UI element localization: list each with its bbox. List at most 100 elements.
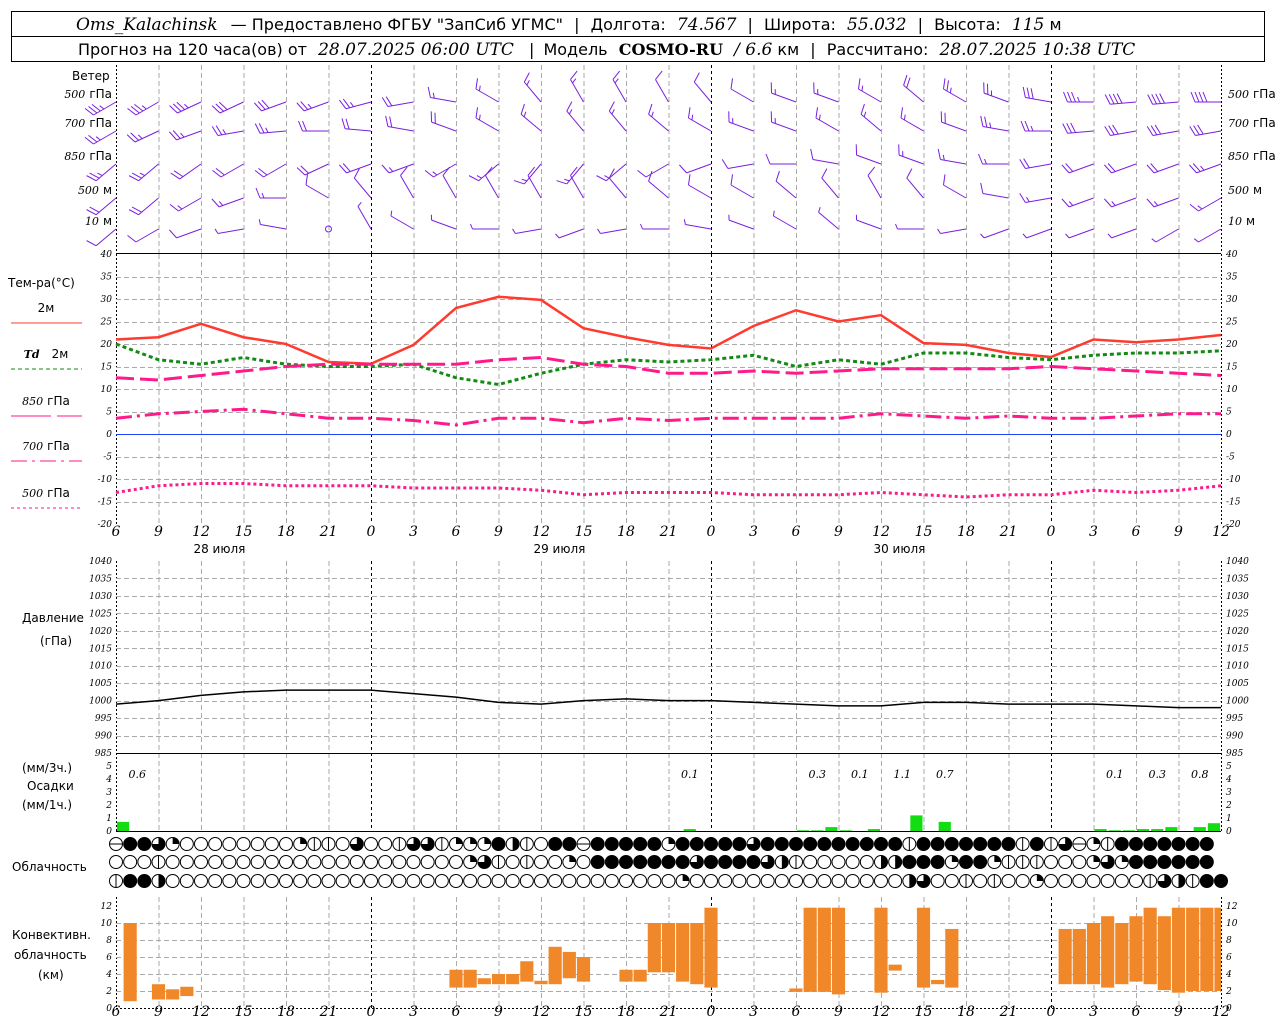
cloud-circle	[902, 855, 917, 869]
cloud-circle	[137, 855, 152, 869]
barb-shaft	[400, 175, 414, 199]
barb-half-feather	[141, 105, 147, 110]
cloud-cover-symbol	[279, 874, 293, 888]
cloud-cover-symbol	[123, 874, 138, 888]
cloud-circle	[264, 855, 279, 869]
wind-barb	[555, 228, 584, 239]
barb-feather	[1155, 93, 1162, 104]
cloud-circle	[420, 855, 435, 869]
wind-barb	[254, 99, 287, 112]
cloud-cover-symbol	[463, 837, 478, 851]
cloud-cover-symbol	[321, 874, 336, 888]
cloud-circle	[1114, 874, 1129, 888]
precip-bar	[1207, 823, 1220, 831]
cloud-cover-symbol	[123, 837, 138, 851]
cloud-circle	[916, 855, 931, 869]
cloud-circle	[449, 874, 463, 888]
cloud-circle	[1143, 855, 1158, 869]
wind-barb	[818, 207, 839, 230]
barb-half-feather	[564, 178, 570, 182]
barb-feather	[648, 103, 653, 115]
barb-shaft	[260, 223, 287, 230]
cloud-circle	[194, 874, 208, 888]
cloud-cover-symbol	[222, 837, 237, 851]
cloud-circle	[264, 837, 279, 851]
precip-bar	[825, 827, 838, 831]
cloud-circle	[534, 837, 548, 851]
wind-barb	[730, 78, 754, 103]
cloud-circle	[831, 837, 846, 851]
level-value: 10	[85, 215, 99, 228]
cloud-cover-symbol	[930, 855, 945, 869]
model-label: Модель	[543, 40, 607, 59]
cloud-cover-symbol	[364, 855, 378, 869]
cloud-cover-symbol	[123, 855, 138, 869]
tick-label-left: 990	[95, 732, 112, 742]
cloud-cover-symbol	[1143, 874, 1158, 888]
barb-half-feather	[390, 210, 393, 217]
cloud-circle	[123, 874, 138, 888]
convective-cloud-bar	[704, 907, 718, 988]
wind-barbs	[84, 70, 1222, 247]
cloud-circle	[689, 874, 704, 888]
hour-label: 9	[834, 1004, 843, 1020]
barb-feather	[775, 170, 780, 182]
barb-feather	[1151, 94, 1158, 105]
wind-level-label-right: 500 гПа	[1228, 87, 1276, 101]
precip-total-label: 0.6	[129, 768, 147, 781]
cloud-circle	[774, 837, 789, 851]
cloud-cover-symbol	[1072, 874, 1087, 888]
cloud-cover-symbol	[704, 855, 718, 869]
barb-feather	[485, 166, 493, 176]
cloud-circle	[519, 874, 534, 888]
barb-half-feather	[555, 233, 560, 239]
cloud-circle	[208, 855, 223, 869]
cloud-cover-symbol	[519, 837, 534, 851]
cloud-cover-symbol	[279, 855, 293, 869]
convective-title-3: (км)	[38, 968, 64, 982]
hour-label: 0	[367, 1004, 376, 1020]
cloud-cover-symbol	[633, 874, 648, 888]
cloud-cover-symbol	[1100, 874, 1115, 888]
barb-half-feather	[307, 103, 312, 109]
wind-barb	[254, 123, 287, 134]
tick-label-left: 1040	[89, 557, 112, 567]
cloud-cover-symbol	[378, 855, 393, 869]
cloud-cover-symbol	[562, 837, 577, 851]
wind-barb	[381, 163, 414, 174]
precip-bar	[1151, 829, 1164, 831]
cloud-circle	[293, 855, 308, 869]
cloud-cover-symbol	[647, 855, 662, 869]
cloud-circle	[590, 855, 605, 869]
cloud-cover-symbol	[1044, 855, 1058, 869]
cloud-cover-symbol	[519, 855, 534, 869]
legend-label: 700 гПа	[22, 439, 70, 453]
cloud-cover-symbol	[718, 874, 733, 888]
cloud-circle	[392, 855, 407, 869]
barb-feather	[513, 180, 525, 185]
legend-prefix: Td	[24, 348, 40, 361]
cloud-cover-symbol	[590, 837, 605, 851]
cloud-cover-symbol	[689, 855, 704, 869]
barb-feather	[980, 182, 984, 194]
cloud-row	[109, 874, 1228, 888]
barb-feather	[341, 118, 346, 129]
barb-feather	[937, 148, 941, 160]
convective-cloud-bar	[123, 923, 137, 1002]
barb-feather	[211, 198, 220, 208]
cloud-cover-symbol	[1157, 837, 1172, 851]
cloud-cover-symbol	[959, 874, 973, 888]
calc-label: Рассчитано:	[827, 40, 929, 59]
convective-cloud-bar	[180, 986, 194, 997]
cloud-cover-symbol	[491, 874, 506, 888]
cloud-circle	[477, 874, 492, 888]
cloud-circle	[109, 855, 123, 869]
barb-shaft	[485, 175, 499, 199]
cloud-cover-symbol	[307, 855, 322, 869]
barb-feather	[693, 72, 700, 83]
cloud-cover-symbol	[406, 855, 421, 869]
barb-half-feather	[640, 223, 643, 230]
date-label: 30 июля	[873, 542, 925, 556]
wind-barb	[1104, 93, 1137, 105]
precip-panel	[116, 753, 1222, 831]
